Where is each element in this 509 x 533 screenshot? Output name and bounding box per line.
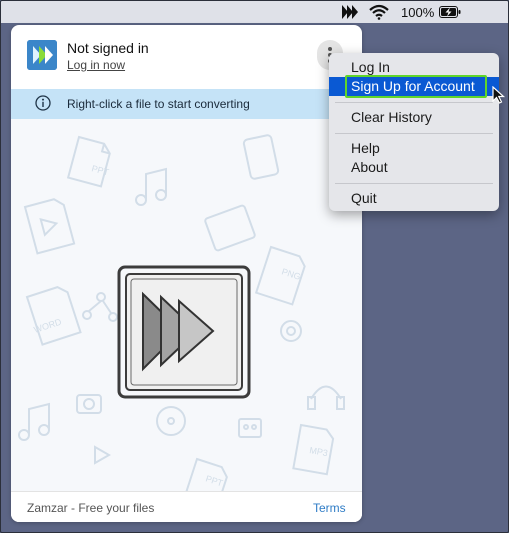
- menu-item-clear-history[interactable]: Clear History: [329, 108, 499, 127]
- menu-item-sign-up[interactable]: Sign Up for Account: [329, 75, 499, 98]
- doodle-label-word: WORD: [33, 316, 64, 334]
- user-status-title: Not signed in: [67, 40, 149, 56]
- doodle-background: PPT PNG WORD MP3 PPT: [18, 134, 345, 491]
- doodle-label-ppt-2: PPT: [204, 473, 224, 488]
- notice-text: Right-click a file to start converting: [67, 97, 250, 111]
- doodle-label-mp3: MP3: [309, 445, 329, 458]
- menu-separator: [335, 102, 493, 103]
- menu-item-about[interactable]: About: [329, 158, 499, 177]
- highlight-outline: [345, 75, 487, 98]
- battery-charging-icon[interactable]: [439, 6, 461, 18]
- doodle-label-png: PNG: [280, 266, 302, 282]
- zamzar-panel: Not signed in Log in now Right-click a f…: [11, 25, 362, 522]
- drop-files-icon: [117, 265, 251, 399]
- footer-tagline: Zamzar - Free your files: [27, 501, 155, 515]
- zamzar-logo-icon: [27, 40, 57, 70]
- battery-percent: 100%: [401, 5, 435, 20]
- panel-footer: Zamzar - Free your files Terms: [11, 491, 362, 522]
- info-icon: [35, 95, 51, 111]
- options-context-menu: Log In Sign Up for Account Clear History…: [329, 53, 499, 211]
- file-drop-zone[interactable]: PPT PNG WORD MP3 PPT: [11, 119, 362, 491]
- menu-separator: [335, 133, 493, 134]
- wifi-icon[interactable]: [369, 4, 389, 20]
- log-in-now-link[interactable]: Log in now: [67, 58, 125, 72]
- terms-link[interactable]: Terms: [313, 501, 346, 515]
- info-notice-bar: Right-click a file to start converting: [11, 89, 362, 119]
- menu-item-help[interactable]: Help: [329, 139, 499, 158]
- menu-item-quit[interactable]: Quit: [329, 189, 499, 208]
- menu-separator: [335, 183, 493, 184]
- menu-bar: 100%: [1, 1, 508, 23]
- mouse-pointer-icon: [492, 86, 506, 104]
- zamzar-menubar-icon[interactable]: [342, 5, 358, 19]
